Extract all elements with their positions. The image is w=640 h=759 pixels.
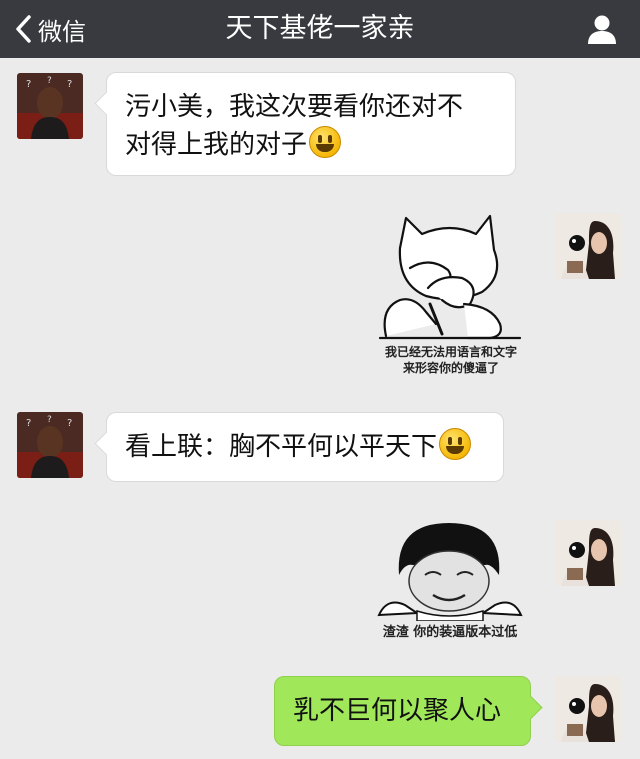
svg-text:?: ? <box>67 418 72 429</box>
facepalm-cat-sticker-icon <box>378 214 522 340</box>
svg-text:?: ? <box>67 79 72 90</box>
back-button[interactable]: 微信 <box>14 0 86 58</box>
person-avatar-icon <box>555 520 621 586</box>
mushroom-head-sticker[interactable]: 渣渣 你的装逼版本过低 <box>365 517 535 645</box>
avatar-other[interactable]: ? ? ? <box>17 412 83 478</box>
sticker-caption-line: 我已经无法用语言和文字 <box>384 345 517 359</box>
avatar-other[interactable]: ? ? ? <box>17 73 83 139</box>
chat-title: 天下基佬一家亲 <box>225 13 415 44</box>
smiley-emoji-icon <box>439 428 472 460</box>
person-avatar-icon: ? ? ? <box>17 73 83 139</box>
person-avatar-icon <box>555 676 621 742</box>
mushroom-head-meme-sticker-icon <box>377 523 523 622</box>
svg-text:?: ? <box>47 76 52 86</box>
svg-text:?: ? <box>47 415 52 425</box>
svg-text:?: ? <box>26 418 31 429</box>
message-bubble[interactable]: 污小美，我这次要看你还对不 对得上我的对子 <box>106 72 516 176</box>
smiley-emoji-icon <box>309 126 342 158</box>
message-line: 污小美，我这次要看你还对不 <box>125 92 464 122</box>
profile-icon[interactable] <box>586 13 618 45</box>
sticker-caption-line: 渣渣 你的装逼版本过低 <box>382 625 518 640</box>
facepalm-sticker[interactable]: 我已经无法用语言和文字 来形容你的傻逼了 <box>370 208 532 376</box>
chat-header: 微信 天下基佬一家亲 <box>0 0 640 58</box>
message-bubble[interactable]: 乳不巨何以聚人心 <box>274 676 531 746</box>
sticker-caption-line: 来形容你的傻逼了 <box>402 361 499 375</box>
avatar-me[interactable] <box>555 520 621 586</box>
message-line: 乳不巨何以聚人心 <box>293 696 502 726</box>
avatar-me[interactable] <box>555 676 621 742</box>
person-avatar-icon <box>555 213 621 279</box>
message-bubble[interactable]: 看上联：胸不平何以平天下 <box>106 412 504 482</box>
person-avatar-icon: ? ? ? <box>17 412 83 478</box>
message-line: 看上联：胸不平何以平天下 <box>125 432 438 462</box>
back-label: 微信 <box>38 17 86 46</box>
svg-text:?: ? <box>26 79 31 90</box>
avatar-me[interactable] <box>555 213 621 279</box>
chevron-left-icon <box>16 15 31 43</box>
message-line: 对得上我的对子 <box>125 130 308 160</box>
